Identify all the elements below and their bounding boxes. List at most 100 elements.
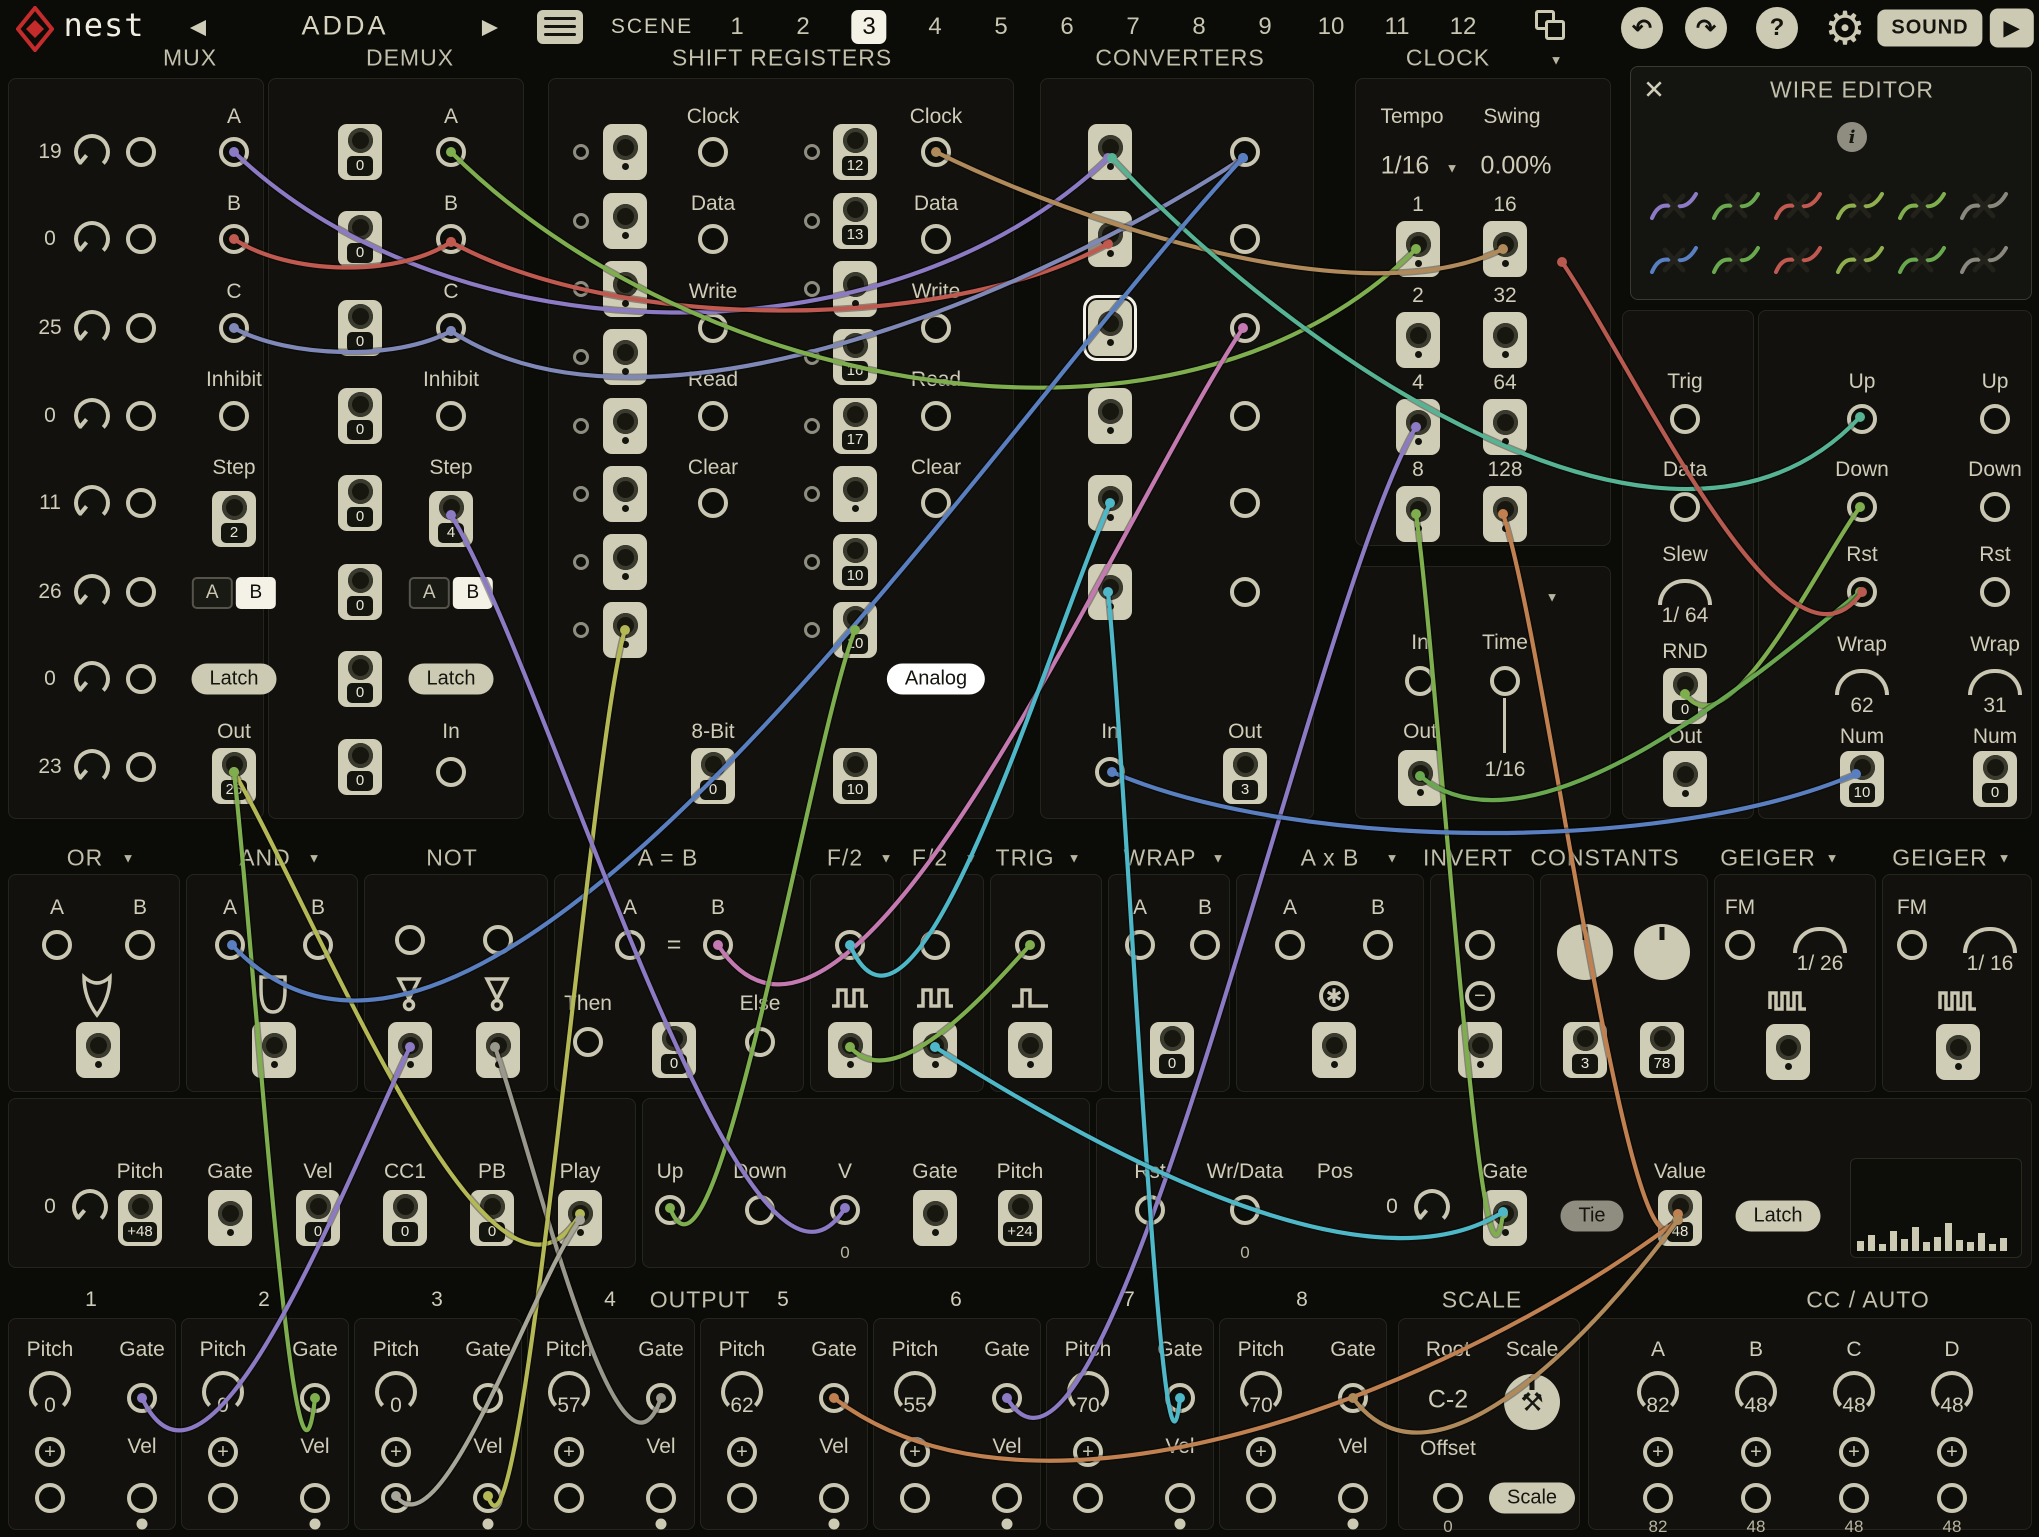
seq-rst-port[interactable] bbox=[1135, 1195, 1165, 1225]
output-pitch-cv-port[interactable] bbox=[554, 1483, 584, 1513]
wire-editor-mark[interactable] bbox=[1836, 240, 1884, 280]
counter-down-port[interactable] bbox=[1847, 492, 1877, 522]
f2a-in-port[interactable] bbox=[835, 930, 865, 960]
hold-out-jack[interactable] bbox=[1398, 750, 1442, 806]
and-b-port[interactable] bbox=[303, 930, 333, 960]
shift1-port-clock[interactable] bbox=[698, 137, 728, 167]
output-vel-port[interactable] bbox=[1338, 1483, 1368, 1513]
constant-jack-1[interactable]: 3 bbox=[1563, 1022, 1607, 1078]
demux-port-inhibit[interactable] bbox=[436, 401, 466, 431]
not2-in-port[interactable] bbox=[483, 925, 513, 955]
shift2-tap-port[interactable] bbox=[804, 418, 820, 434]
geiger-fm-port[interactable] bbox=[1897, 930, 1927, 960]
invert-icon[interactable]: − bbox=[1465, 981, 1495, 1011]
shift1-stage-jack[interactable] bbox=[603, 261, 647, 317]
mux-knob[interactable] bbox=[74, 574, 110, 610]
midi-play-jack[interactable] bbox=[558, 1190, 602, 1246]
shift1-port-write[interactable] bbox=[698, 313, 728, 343]
adc-jack[interactable] bbox=[1088, 211, 1132, 267]
output-pitch-mod-port[interactable]: + bbox=[35, 1437, 65, 1467]
mux-knob[interactable] bbox=[74, 134, 110, 170]
sh-rnd-jack[interactable]: 0 bbox=[1663, 668, 1707, 724]
play-button[interactable]: ▶ bbox=[1990, 9, 2034, 48]
hold-time-port[interactable] bbox=[1490, 666, 1520, 696]
wire-editor-mark[interactable] bbox=[1774, 186, 1822, 226]
shift1-tap-port[interactable] bbox=[573, 349, 589, 365]
dac-port[interactable] bbox=[1230, 488, 1260, 518]
geiger-fm-port[interactable] bbox=[1725, 930, 1755, 960]
output-gate-port[interactable] bbox=[473, 1383, 503, 1413]
ccauto-mod-port[interactable]: + bbox=[1937, 1437, 1967, 1467]
aeqb-b-port[interactable] bbox=[703, 930, 733, 960]
scene-tab-7[interactable]: 7 bbox=[1115, 10, 1150, 44]
preset-prev-icon[interactable]: ◀ bbox=[190, 15, 206, 40]
shift2-tap-port[interactable] bbox=[804, 213, 820, 229]
constant-knob-2[interactable] bbox=[1634, 924, 1690, 980]
clock-div-jack-2[interactable] bbox=[1396, 312, 1440, 368]
adc-in-port[interactable] bbox=[1095, 757, 1125, 787]
shift1-port-read[interactable] bbox=[698, 401, 728, 431]
shift1-port-data[interactable] bbox=[698, 224, 728, 254]
dac-port[interactable] bbox=[1230, 137, 1260, 167]
mux-ab-toggle-b[interactable]: B bbox=[236, 577, 277, 609]
counter-up-port[interactable] bbox=[1980, 404, 2010, 434]
sh-data-port[interactable] bbox=[1670, 492, 1700, 522]
f2b-out-jack[interactable] bbox=[913, 1022, 957, 1078]
arp-gate-jack[interactable] bbox=[913, 1190, 957, 1246]
midi-vel-jack[interactable]: 0 bbox=[296, 1190, 340, 1246]
scene-tab-4[interactable]: 4 bbox=[917, 10, 952, 44]
mux-knob[interactable] bbox=[74, 661, 110, 697]
adc-jack[interactable] bbox=[1088, 124, 1132, 180]
shift1-tap-port[interactable] bbox=[573, 622, 589, 638]
mux-out-jack[interactable]: 25 bbox=[212, 748, 256, 804]
shift1-stage-jack[interactable] bbox=[603, 602, 647, 658]
shift1-tap-port[interactable] bbox=[573, 554, 589, 570]
adc-jack[interactable] bbox=[1088, 300, 1132, 356]
shift2-tap-port[interactable] bbox=[804, 144, 820, 160]
counter-rst-port[interactable] bbox=[1980, 577, 2010, 607]
shift2-port-data[interactable] bbox=[921, 224, 951, 254]
output-gate-port[interactable] bbox=[646, 1383, 676, 1413]
output-pitch-cv-port[interactable] bbox=[1073, 1483, 1103, 1513]
close-icon[interactable]: ✕ bbox=[1643, 75, 1665, 106]
scene-tab-3[interactable]: 3 bbox=[851, 10, 886, 44]
clock-div-jack-1[interactable] bbox=[1396, 221, 1440, 277]
scale-quantize-button[interactable]: Scale bbox=[1489, 1483, 1575, 1514]
scene-tab-9[interactable]: 9 bbox=[1247, 10, 1282, 44]
sh-out-jack[interactable] bbox=[1663, 751, 1707, 807]
mux-knob[interactable] bbox=[74, 398, 110, 434]
output-pitch-cv-port[interactable] bbox=[900, 1483, 930, 1513]
aeqb-a-port[interactable] bbox=[615, 930, 645, 960]
not2-out-jack[interactable] bbox=[476, 1022, 520, 1078]
midi-pitch-jack[interactable]: +48 bbox=[118, 1190, 162, 1246]
mux-latch-button[interactable]: Latch bbox=[192, 664, 277, 695]
wire-editor-mark[interactable] bbox=[1836, 186, 1884, 226]
output-gate-port[interactable] bbox=[1165, 1383, 1195, 1413]
mux-input-port[interactable] bbox=[126, 664, 156, 694]
mux-input-port[interactable] bbox=[126, 752, 156, 782]
arp-up-port[interactable] bbox=[655, 1195, 685, 1225]
output-vel-port[interactable] bbox=[1165, 1483, 1195, 1513]
demux-out-jack[interactable]: 0 bbox=[338, 211, 382, 267]
hamburger-menu-icon[interactable] bbox=[537, 10, 583, 44]
output-pitch-cv-port[interactable] bbox=[208, 1483, 238, 1513]
mux-input-port[interactable] bbox=[126, 488, 156, 518]
output-gate-port[interactable] bbox=[819, 1383, 849, 1413]
f2a-out-jack[interactable] bbox=[828, 1022, 872, 1078]
demux-out-jack[interactable]: 0 bbox=[338, 739, 382, 795]
shift1-tap-port[interactable] bbox=[573, 418, 589, 434]
aeqb-else-port[interactable] bbox=[745, 1027, 775, 1057]
constant-jack-2[interactable]: 78 bbox=[1640, 1022, 1684, 1078]
sound-button[interactable]: SOUND bbox=[1877, 10, 1982, 47]
seq-gate-jack[interactable] bbox=[1483, 1190, 1527, 1246]
shift1-stage-jack[interactable] bbox=[603, 124, 647, 180]
mux-ab-toggle[interactable]: AB bbox=[192, 577, 276, 609]
mux-input-port[interactable] bbox=[126, 401, 156, 431]
shift1-tap-port[interactable] bbox=[573, 281, 589, 297]
wrap-b-port[interactable] bbox=[1190, 930, 1220, 960]
seq-tie-button[interactable]: Tie bbox=[1560, 1201, 1623, 1232]
output-gate-port[interactable] bbox=[127, 1383, 157, 1413]
mux-knob[interactable] bbox=[74, 749, 110, 785]
mux-ab-toggle-a[interactable]: A bbox=[192, 577, 233, 609]
ccauto-mod-port[interactable]: + bbox=[1643, 1437, 1673, 1467]
